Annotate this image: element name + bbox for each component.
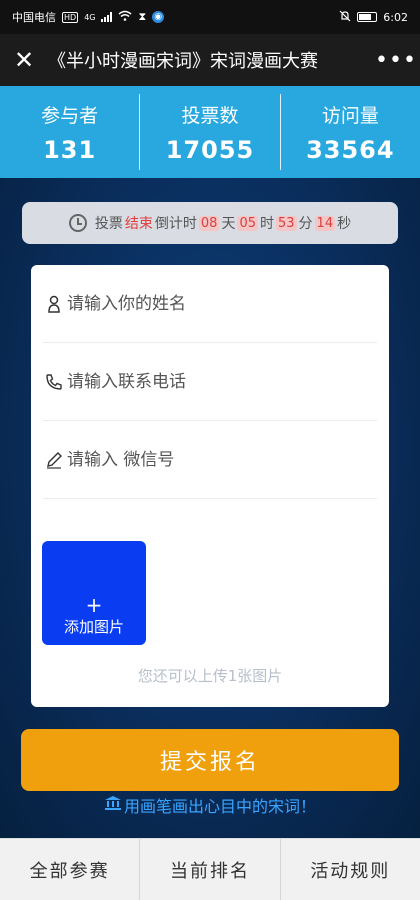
signal-icon: [101, 12, 113, 22]
countdown-seconds-unit: 秒: [337, 216, 352, 232]
countdown-prefix: 投票: [94, 216, 123, 232]
wechat-field-row: [43, 421, 377, 499]
name-field-row: [43, 265, 377, 343]
slogan-text: 用画笔画出心目中的宋词！: [123, 797, 316, 816]
countdown-minutes-unit: 分: [298, 216, 313, 232]
countdown-days: 08: [198, 215, 220, 231]
stat-value: 33564: [306, 135, 395, 164]
upload-hint: 您还可以上传1张图片: [137, 667, 283, 685]
page-title: 《半小时漫画宋词》宋词漫画大赛: [48, 51, 318, 72]
stat-votes: 投票数 17055: [139, 94, 279, 170]
close-icon[interactable]: ✕: [0, 46, 48, 74]
wifi-icon: [118, 10, 132, 24]
mute-icon: [339, 10, 351, 25]
clock-label: 6:02: [383, 10, 408, 24]
add-image-button[interactable]: + 添加图片: [42, 541, 146, 645]
status-bar: 中国电信 HD 4G ⧗ ◉ 6:02: [0, 0, 420, 34]
tab-all-entries[interactable]: 全部参赛: [0, 839, 139, 900]
person-icon: [43, 295, 65, 313]
phone-input[interactable]: [67, 371, 357, 392]
stats-panel: 参与者 131 投票数 17055 访问量 33564: [0, 86, 420, 178]
countdown-days-unit: 天: [221, 216, 236, 232]
countdown-middle: 倒计时: [154, 216, 197, 232]
stat-value: 17055: [165, 135, 255, 164]
phone-icon: [43, 373, 65, 391]
more-icon[interactable]: •••: [372, 48, 420, 73]
battery-icon: [357, 12, 378, 22]
bottom-tab-bar: 全部参赛 当前排名 活动规则: [0, 838, 420, 900]
stat-label: 投票数: [181, 104, 239, 127]
plus-icon: +: [85, 593, 103, 617]
stat-label: 访问量: [321, 104, 379, 127]
app-notification-icon: ◉: [152, 11, 165, 23]
phone-field-row: [43, 343, 377, 421]
add-image-label: 添加图片: [63, 618, 124, 636]
bank-icon: [104, 795, 122, 815]
slogan: 用画笔画出心目中的宋词！: [0, 793, 420, 817]
stat-participants: 参与者 131: [0, 94, 139, 170]
signup-form: + 添加图片 您还可以上传1张图片: [31, 265, 389, 707]
wechat-input[interactable]: [67, 449, 357, 470]
stat-visits: 访问量 33564: [279, 94, 420, 170]
countdown-status: 结束: [124, 216, 153, 232]
title-bar: ✕ 《半小时漫画宋词》宋词漫画大赛 •••: [0, 34, 420, 86]
carrier-label: 中国电信: [12, 11, 56, 24]
stat-value: 131: [43, 135, 97, 164]
clock-icon: [68, 214, 87, 232]
pencil-icon: [43, 451, 65, 469]
tab-ranking[interactable]: 当前排名: [139, 839, 279, 900]
countdown-hours: 05: [237, 215, 258, 231]
countdown-hours-unit: 时: [260, 216, 274, 232]
submit-button[interactable]: 提交报名: [21, 729, 399, 791]
network-label: 4G: [84, 12, 96, 22]
hd-badge: HD: [62, 11, 79, 23]
stat-label: 参与者: [41, 104, 99, 127]
name-input[interactable]: [67, 293, 357, 314]
countdown-bar: 投票 结束 倒计时 08 天 05 时 53 分 14 秒: [22, 202, 398, 244]
countdown-seconds: 14: [314, 215, 336, 231]
tab-rules[interactable]: 活动规则: [279, 839, 420, 900]
countdown-minutes: 53: [276, 215, 297, 231]
hourglass-icon: ⧗: [138, 10, 147, 23]
